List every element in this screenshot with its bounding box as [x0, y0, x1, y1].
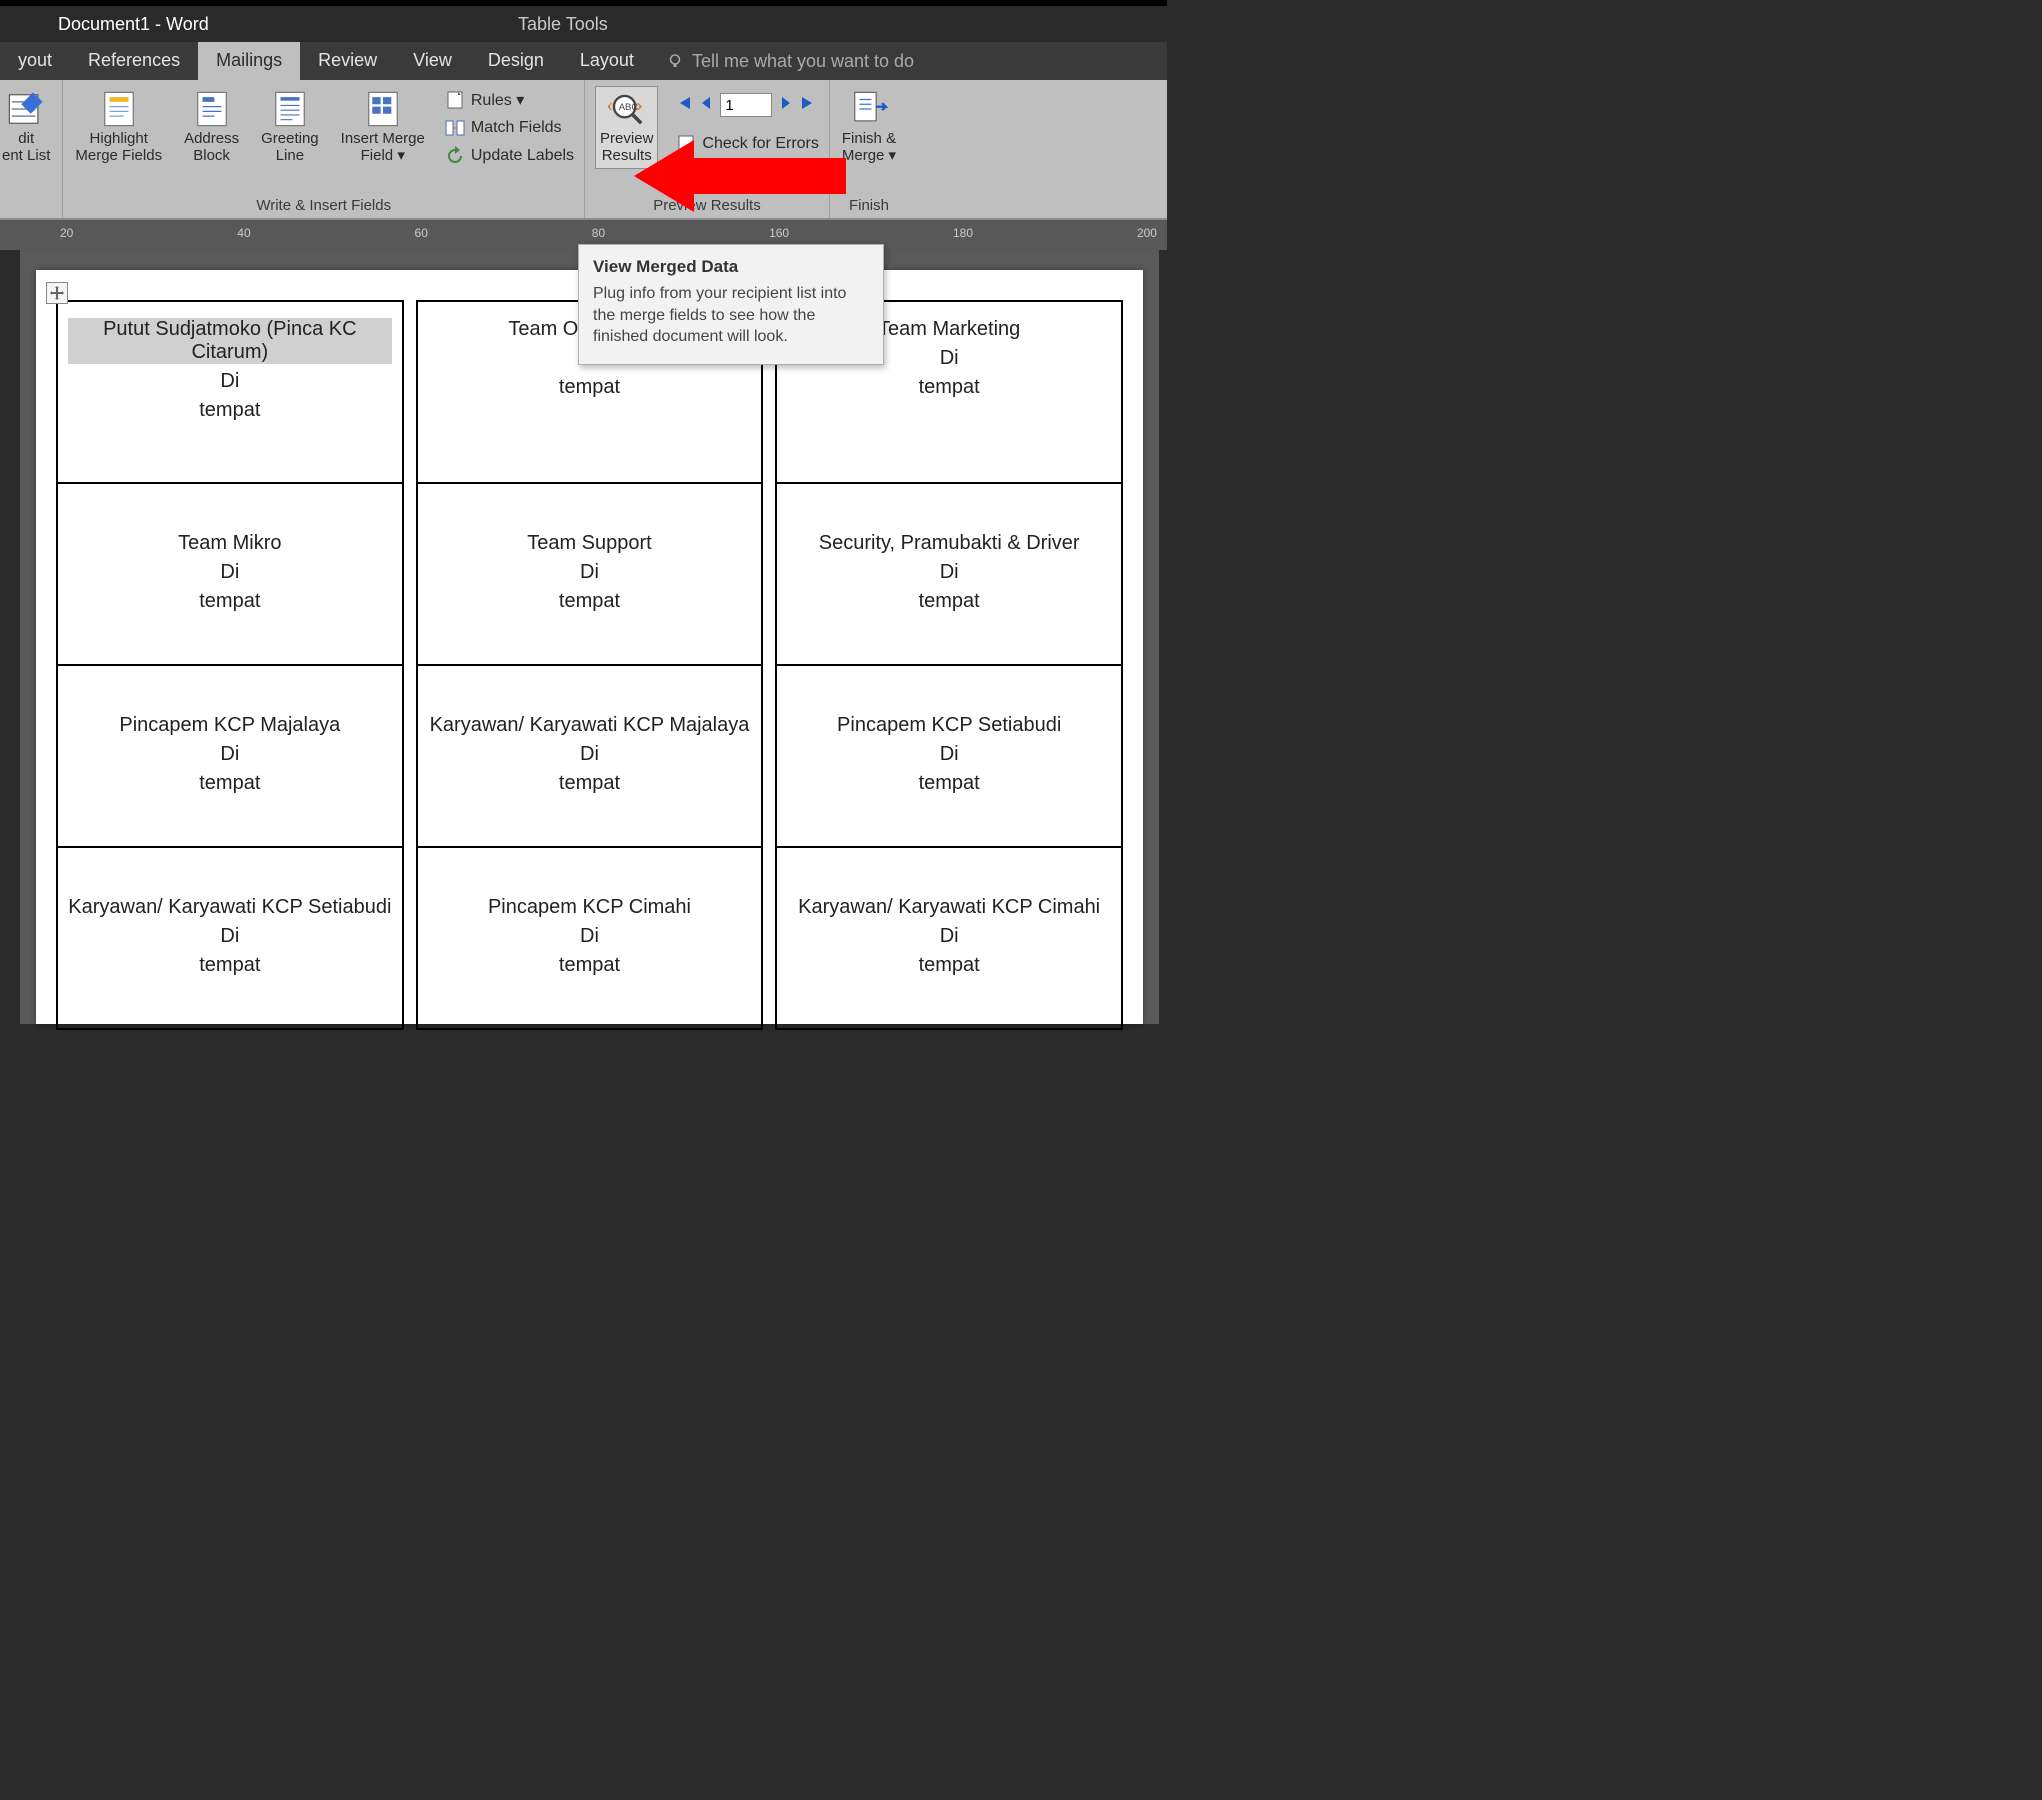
label-title: Pincapem KCP Setiabudi [787, 714, 1111, 737]
title-bar: Document1 - Word Table Tools [0, 6, 1167, 42]
label-line1: Di [787, 743, 1111, 766]
label-title: Karyawan/ Karyawati KCP Majalaya [428, 714, 752, 737]
table-move-handle[interactable] [46, 282, 68, 304]
label-line1: Di [68, 561, 392, 584]
last-record-button[interactable] [800, 95, 816, 116]
group-write-label: Write & Insert Fields [256, 195, 391, 218]
label-cell[interactable]: Putut Sudjatmoko (Pinca KC Citarum) Di tem… [57, 301, 403, 483]
tooltip-body: Plug info from your recipient list into … [593, 283, 869, 348]
label-line1: Di [428, 925, 752, 948]
label-title: Team Mikro [68, 532, 392, 555]
label-line1: Di [787, 561, 1111, 584]
tell-me-search[interactable]: Tell me what you want to do [652, 42, 928, 80]
label-cell[interactable]: Karyawan/ Karyawati KCP Setiabudi Di tempa… [57, 847, 403, 1029]
greeting-icon [271, 90, 309, 128]
move-icon [50, 286, 64, 300]
bulb-icon [666, 52, 684, 70]
tab-view[interactable]: View [395, 42, 470, 80]
label-cell[interactable]: Karyawan/ Karyawati KCP Majalaya Di tempat [417, 665, 763, 847]
match-icon [445, 118, 465, 138]
label-cell[interactable]: Security, Pramubakti & Driver Di tempat [776, 483, 1122, 665]
tab-review[interactable]: Review [300, 42, 395, 80]
label-cell[interactable]: Pincapem KCP Majalaya Di tempat [57, 665, 403, 847]
label-cell[interactable]: Team Mikro Di tempat [57, 483, 403, 665]
labels-table: Putut Sudjatmoko (Pinca KC Citarum) Di tem… [56, 300, 1123, 1030]
label-title: Team Support [428, 532, 752, 555]
window-title: Document1 - Word [58, 14, 209, 35]
label-title: Security, Pramubakti & Driver [787, 532, 1111, 555]
rules-button[interactable]: Rules ▾ [445, 90, 574, 110]
label-line2: tempat [428, 376, 752, 399]
annotation-arrow [634, 136, 848, 216]
group-finish-label: Finish [849, 195, 889, 218]
label-line2: tempat [787, 590, 1111, 613]
next-record-button[interactable] [778, 95, 794, 116]
label-line2: tempat [68, 590, 392, 613]
preview-icon: ABC [608, 90, 646, 128]
tab-layout[interactable]: Layout [562, 42, 652, 80]
label-line1: Di [68, 925, 392, 948]
finish-merge-button[interactable]: Finish & Merge ▾ [840, 86, 898, 169]
tell-me-placeholder: Tell me what you want to do [692, 51, 914, 72]
page[interactable]: Putut Sudjatmoko (Pinca KC Citarum) Di tem… [36, 270, 1143, 1024]
label-title: Pincapem KCP Majalaya [68, 714, 392, 737]
first-record-button[interactable] [676, 95, 692, 116]
label-line1: Di [428, 561, 752, 584]
tooltip-title: View Merged Data [593, 257, 869, 277]
label-line2: tempat [787, 376, 1111, 399]
label-title: Karyawan/ Karyawati KCP Cimahi [787, 896, 1111, 919]
document-area: Putut Sudjatmoko (Pinca KC Citarum) Di tem… [20, 250, 1159, 1024]
ribbon: dit ent List Highlight Merge Fields Addr… [0, 80, 1167, 220]
label-title: Putut Sudjatmoko (Pinca KC Citarum) [68, 318, 392, 364]
tab-mailings[interactable]: Mailings [198, 42, 300, 80]
tab-design[interactable]: Design [470, 42, 562, 80]
edit-list-icon [7, 90, 45, 128]
ribbon-tabs: yout References Mailings Review View Des… [0, 42, 1167, 80]
match-fields-button[interactable]: Match Fields [445, 118, 574, 138]
label-line2: tempat [787, 772, 1111, 795]
contextual-tab-label: Table Tools [518, 14, 608, 35]
tooltip-view-merged-data: View Merged Data Plug info from your rec… [578, 244, 884, 365]
label-line2: tempat [428, 772, 752, 795]
update-icon [445, 146, 465, 166]
record-navigation [676, 90, 818, 120]
tab-layout-left[interactable]: yout [0, 42, 70, 80]
record-number-input[interactable] [720, 93, 772, 117]
finish-icon [850, 90, 888, 128]
label-title: Karyawan/ Karyawati KCP Setiabudi [68, 896, 392, 919]
address-icon [193, 90, 231, 128]
insert-merge-field-button[interactable]: Insert Merge Field ▾ [339, 86, 427, 169]
label-line2: tempat [787, 954, 1111, 977]
highlight-icon [100, 90, 138, 128]
label-line2: tempat [68, 399, 392, 422]
label-line2: tempat [68, 772, 392, 795]
label-title: Pincapem KCP Cimahi [428, 896, 752, 919]
greeting-line-button[interactable]: Greeting Line [259, 86, 321, 169]
edit-recipient-list-button[interactable]: dit ent List [0, 86, 52, 169]
label-cell[interactable]: Pincapem KCP Setiabudi Di tempat [776, 665, 1122, 847]
label-line1: Di [68, 370, 392, 393]
address-block-button[interactable]: Address Block [182, 86, 241, 169]
label-line2: tempat [428, 590, 752, 613]
label-line2: tempat [68, 954, 392, 977]
tab-references[interactable]: References [70, 42, 198, 80]
update-labels-button[interactable]: Update Labels [445, 146, 574, 166]
label-cell[interactable]: Team Support Di tempat [417, 483, 763, 665]
label-line1: Di [68, 743, 392, 766]
label-cell[interactable]: Karyawan/ Karyawati KCP Cimahi Di tempat [776, 847, 1122, 1029]
svg-text:ABC: ABC [618, 102, 638, 113]
label-cell[interactable]: Pincapem KCP Cimahi Di tempat [417, 847, 763, 1029]
label-line1: Di [787, 925, 1111, 948]
label-line1: Di [428, 743, 752, 766]
highlight-merge-fields-button[interactable]: Highlight Merge Fields [73, 86, 164, 169]
insert-merge-icon [364, 90, 402, 128]
rules-icon [445, 90, 465, 110]
prev-record-button[interactable] [698, 95, 714, 116]
label-line2: tempat [428, 954, 752, 977]
